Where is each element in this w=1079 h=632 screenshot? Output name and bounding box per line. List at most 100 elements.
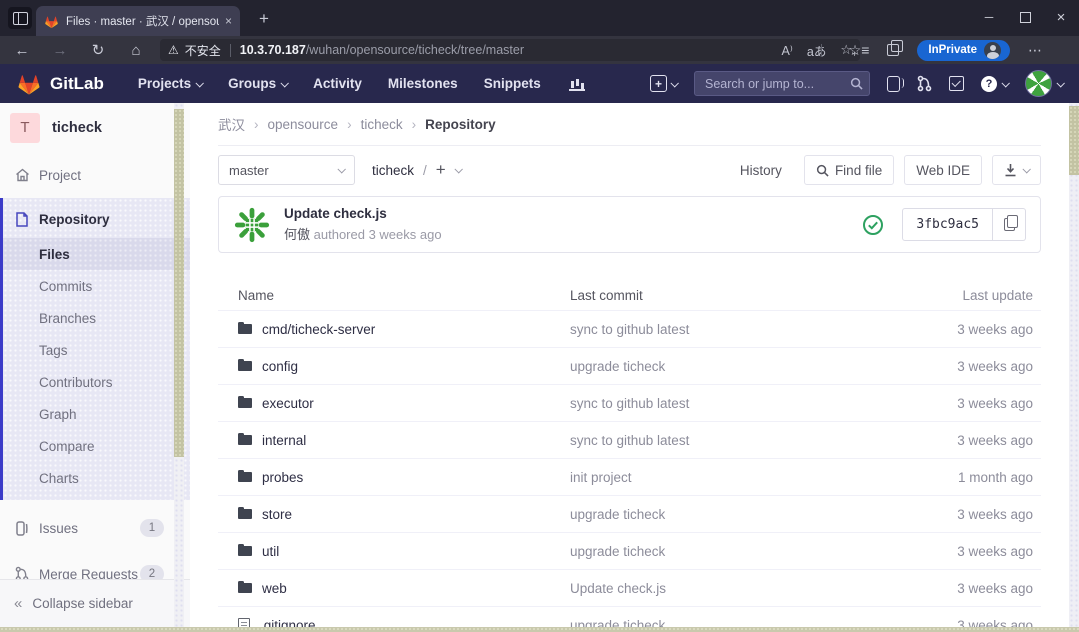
sidebar-item-project[interactable]: Project bbox=[0, 158, 190, 192]
collections-icon[interactable] bbox=[887, 44, 899, 56]
table-row[interactable]: store upgrade ticheck 3 weeks ago bbox=[218, 495, 1041, 532]
sidebar-item-issues[interactable]: Issues 1 bbox=[0, 510, 190, 546]
gitlab-brand[interactable]: GitLab bbox=[50, 74, 104, 94]
sidebar-item-contributors[interactable]: Contributors bbox=[3, 366, 190, 398]
sidebar-item-commits[interactable]: Commits bbox=[3, 270, 190, 302]
history-button[interactable]: History bbox=[728, 155, 794, 185]
url-text[interactable]: 10.3.70.187/wuhan/opensource/ticheck/tre… bbox=[240, 43, 768, 57]
commit-message-link[interactable]: init project bbox=[570, 470, 632, 485]
table-row[interactable]: config upgrade ticheck 3 weeks ago bbox=[218, 347, 1041, 384]
nav-snippets[interactable]: Snippets bbox=[484, 76, 541, 91]
search-input[interactable] bbox=[694, 71, 870, 96]
commit-message-link[interactable]: upgrade ticheck bbox=[570, 544, 665, 559]
file-name-link[interactable]: .gitignore bbox=[260, 618, 316, 628]
sidebar-item-charts[interactable]: Charts bbox=[3, 462, 190, 494]
table-row[interactable]: web Update check.js 3 weeks ago bbox=[218, 569, 1041, 606]
repository-section: Repository Files Commits Branches Tags C… bbox=[0, 198, 190, 500]
browser-toolbar: ← → ↻ ⌂ ⚠ 不安全 10.3.70.187/wuhan/opensour… bbox=[0, 36, 1079, 64]
sidebar-item-files[interactable]: Files bbox=[3, 238, 190, 270]
sidebar-scrollbar[interactable] bbox=[174, 103, 184, 627]
file-name-link[interactable]: util bbox=[262, 544, 279, 559]
page-scrollbar[interactable] bbox=[1069, 103, 1079, 627]
sidebar-item-branches[interactable]: Branches bbox=[3, 302, 190, 334]
browser-tab-active[interactable]: Files · master · 武汉 / opensourc × bbox=[36, 6, 240, 36]
breadcrumb-project[interactable]: ticheck bbox=[361, 117, 403, 132]
nav-milestones[interactable]: Milestones bbox=[388, 76, 458, 91]
copy-sha-button[interactable] bbox=[993, 208, 1026, 241]
table-row[interactable]: cmd/ticheck-server sync to github latest… bbox=[218, 310, 1041, 347]
close-button[interactable]: × bbox=[1043, 0, 1079, 34]
commit-message-link[interactable]: sync to github latest bbox=[570, 396, 689, 411]
collapse-sidebar-button[interactable]: « Collapse sidebar bbox=[0, 579, 190, 627]
search-icon bbox=[816, 164, 829, 177]
sidebar-item-tags[interactable]: Tags bbox=[3, 334, 190, 366]
table-row[interactable]: executor sync to github latest 3 weeks a… bbox=[218, 384, 1041, 421]
file-name-link[interactable]: probes bbox=[262, 470, 303, 485]
gitlab-logo[interactable] bbox=[16, 71, 42, 96]
branch-selector[interactable]: master bbox=[218, 155, 355, 185]
address-bar[interactable]: ⚠ 不安全 10.3.70.187/wuhan/opensource/tiche… bbox=[160, 39, 860, 61]
inprivate-badge[interactable]: InPrivate bbox=[917, 40, 1010, 61]
back-icon[interactable]: ← bbox=[8, 36, 36, 64]
table-row[interactable]: .gitignore upgrade ticheck 3 weeks ago bbox=[218, 606, 1041, 627]
file-name-link[interactable]: store bbox=[262, 507, 292, 522]
file-name-link[interactable]: config bbox=[262, 359, 298, 374]
read-aloud-icon[interactable]: A⁾ bbox=[781, 43, 792, 58]
breadcrumb-separator: › bbox=[347, 117, 352, 132]
add-file-button[interactable]: + bbox=[436, 160, 446, 180]
commit-message-link[interactable]: Update check.js bbox=[570, 581, 666, 596]
user-menu[interactable] bbox=[1025, 70, 1063, 97]
commit-message-link[interactable]: upgrade ticheck bbox=[570, 359, 665, 374]
commit-message-link[interactable]: sync to github latest bbox=[570, 322, 689, 337]
help-menu[interactable]: ? bbox=[981, 76, 1008, 92]
minimize-button[interactable]: ─ bbox=[971, 0, 1007, 34]
project-header[interactable]: T ticheck bbox=[0, 103, 190, 152]
sidebar-item-repository[interactable]: Repository bbox=[3, 200, 190, 238]
issues-icon[interactable] bbox=[887, 76, 900, 92]
page-scrollbar-thumb[interactable] bbox=[1069, 106, 1079, 175]
nav-activity[interactable]: Activity bbox=[313, 76, 362, 91]
home-icon[interactable]: ⌂ bbox=[122, 36, 150, 64]
download-button[interactable] bbox=[992, 155, 1041, 185]
security-label[interactable]: 不安全 bbox=[185, 42, 221, 59]
table-row[interactable]: probes init project 1 month ago bbox=[218, 458, 1041, 495]
table-row[interactable]: internal sync to github latest 3 weeks a… bbox=[218, 421, 1041, 458]
commit-title-link[interactable]: Update check.js bbox=[284, 206, 862, 221]
nav-groups[interactable]: Groups bbox=[228, 76, 287, 91]
sidebar-scrollbar-thumb[interactable] bbox=[174, 109, 184, 457]
commit-message-link[interactable]: upgrade ticheck bbox=[570, 618, 665, 628]
file-name-link[interactable]: web bbox=[262, 581, 287, 596]
commit-author-link[interactable]: 何傲 bbox=[284, 227, 310, 242]
chevron-down-icon[interactable] bbox=[454, 165, 462, 173]
new-dropdown-button[interactable]: + bbox=[650, 75, 677, 92]
web-ide-button[interactable]: Web IDE bbox=[904, 155, 982, 185]
merge-requests-icon[interactable] bbox=[917, 75, 932, 92]
browser-menu-icon[interactable]: ⋯ bbox=[1028, 42, 1043, 59]
file-name-link[interactable]: executor bbox=[262, 396, 314, 411]
horizontal-scrollbar[interactable] bbox=[0, 627, 1079, 632]
breadcrumb-group[interactable]: 武汉 bbox=[218, 114, 245, 134]
breadcrumb-subgroup[interactable]: opensource bbox=[268, 117, 339, 132]
new-tab-button[interactable]: + bbox=[252, 9, 276, 29]
todos-icon[interactable] bbox=[949, 76, 964, 91]
refresh-icon[interactable]: ↻ bbox=[84, 36, 112, 64]
sidebar-item-compare[interactable]: Compare bbox=[3, 430, 190, 462]
file-name-link[interactable]: cmd/ticheck-server bbox=[262, 322, 375, 337]
favorites-icon[interactable]: ☆≡ bbox=[849, 42, 870, 59]
sidebar-item-graph[interactable]: Graph bbox=[3, 398, 190, 430]
analytics-icon[interactable] bbox=[569, 77, 585, 91]
nav-projects[interactable]: Projects bbox=[138, 76, 202, 91]
vertical-tabs-button[interactable] bbox=[8, 7, 32, 29]
commit-message-link[interactable]: upgrade ticheck bbox=[570, 507, 665, 522]
breadcrumb-separator: › bbox=[254, 117, 259, 132]
maximize-button[interactable] bbox=[1007, 0, 1043, 34]
repo-root-link[interactable]: ticheck bbox=[372, 163, 414, 178]
pipeline-status-icon[interactable] bbox=[862, 214, 884, 236]
commit-author-avatar[interactable] bbox=[233, 206, 271, 244]
commit-message-link[interactable]: sync to github latest bbox=[570, 433, 689, 448]
file-name-link[interactable]: internal bbox=[262, 433, 306, 448]
table-row[interactable]: util upgrade ticheck 3 weeks ago bbox=[218, 532, 1041, 569]
tab-close-icon[interactable]: × bbox=[225, 14, 232, 28]
forward-icon[interactable]: → bbox=[46, 36, 74, 64]
find-file-button[interactable]: Find file bbox=[804, 155, 894, 185]
